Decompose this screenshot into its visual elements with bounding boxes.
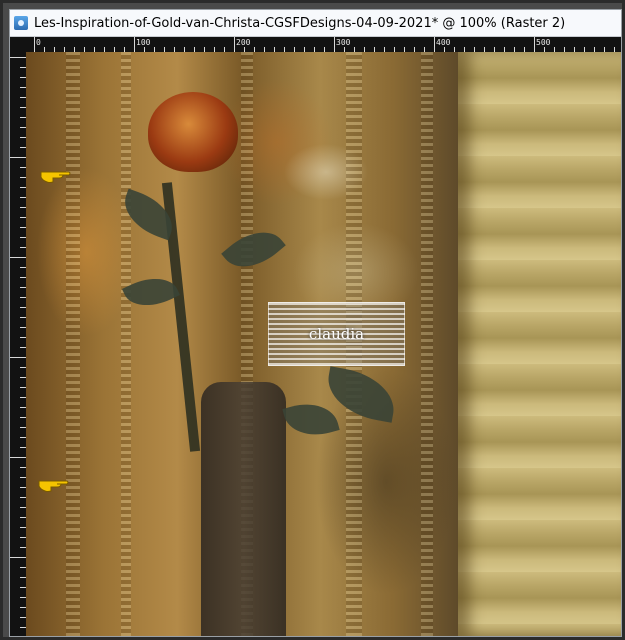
- pointing-hand-icon: [40, 171, 71, 183]
- ruler-label: 200: [236, 38, 251, 47]
- ruler-tick: [534, 37, 535, 52]
- vase-shape: [201, 382, 286, 636]
- ruler-tick: [10, 457, 26, 458]
- rain-streak: [121, 52, 131, 636]
- image-canvas[interactable]: claudia: [26, 52, 621, 636]
- window-title: Les-Inspiration-of-Gold-van-Christa-CGSF…: [34, 15, 566, 31]
- watermark-text: claudia: [308, 325, 365, 343]
- ruler-tick: [10, 557, 26, 558]
- rose-bloom: [148, 92, 238, 172]
- ruler-label: 100: [136, 38, 151, 47]
- pointing-hand-icon: [38, 480, 69, 492]
- ruler-label: 300: [336, 38, 351, 47]
- ruler-label: 0: [36, 38, 41, 47]
- vertical-ruler[interactable]: [10, 52, 26, 636]
- rain-streak: [421, 52, 433, 636]
- ruler-tick: [10, 57, 26, 58]
- ruler-tick: [10, 257, 26, 258]
- document-window[interactable]: Les-Inspiration-of-Gold-van-Christa-CGSF…: [9, 9, 622, 637]
- rain-streak: [66, 52, 80, 636]
- horizontal-ruler[interactable]: 0 100 200 300 400 500: [26, 37, 621, 52]
- ruler-corner: [10, 37, 26, 52]
- ruler-label: 500: [536, 38, 551, 47]
- screenshot-frame: Les-Inspiration-of-Gold-van-Christa-CGSF…: [0, 0, 625, 640]
- ruler-tick: [10, 357, 26, 358]
- app-icon: [14, 16, 28, 30]
- ruler-tick: [134, 37, 135, 52]
- ruler-tick: [10, 157, 26, 158]
- ruler-tick: [34, 37, 35, 52]
- ruler-tick: [434, 37, 435, 52]
- ruler-tick: [234, 37, 235, 52]
- watermark-logo: claudia: [268, 302, 405, 366]
- title-bar[interactable]: Les-Inspiration-of-Gold-van-Christa-CGSF…: [10, 10, 621, 37]
- ruler-label: 400: [436, 38, 451, 47]
- ruler-tick: [334, 37, 335, 52]
- gold-stripe-panel: [458, 52, 621, 636]
